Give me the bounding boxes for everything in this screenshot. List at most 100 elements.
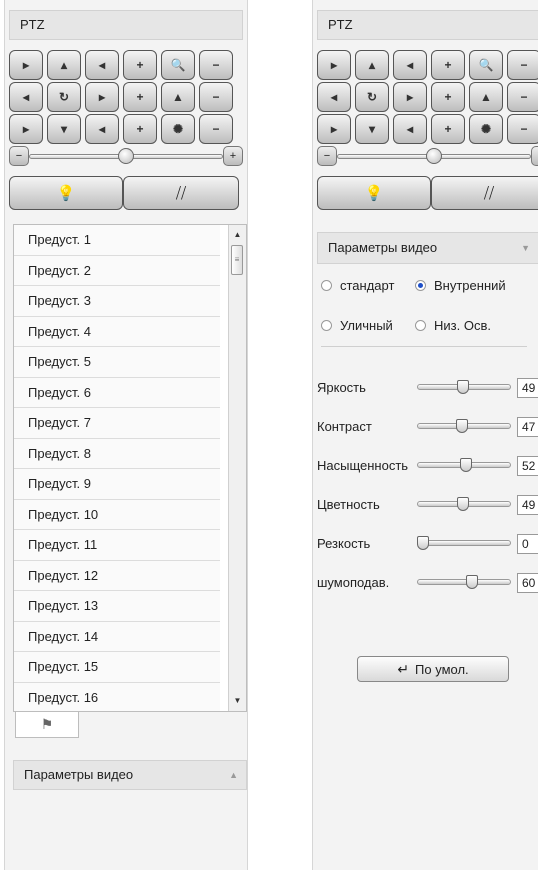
param-slider-thumb[interactable]	[457, 380, 470, 394]
ptz-button[interactable]: +	[123, 82, 157, 112]
ptz-button[interactable]: ▴	[355, 50, 389, 80]
scrollbar-thumb[interactable]: ≡	[231, 245, 243, 275]
ptz-button[interactable]: ↻	[47, 82, 81, 112]
ptz-control-icon: ▸	[22, 122, 30, 136]
preset-item[interactable]: Предуст. 10	[14, 499, 220, 530]
ptz-button[interactable]: ▾	[47, 114, 81, 144]
preset-list-scrollbar[interactable]: ▲ ≡ ▼	[228, 225, 246, 711]
preset-item[interactable]: Предуст. 7	[14, 408, 220, 439]
ptz-button[interactable]: 🔍	[469, 50, 503, 80]
ptz-button[interactable]: ▲	[469, 82, 503, 112]
param-slider-track[interactable]	[417, 579, 511, 585]
param-value-field[interactable]: 0	[517, 534, 538, 554]
ptz-control-icon: +	[136, 58, 144, 72]
video-params-collapsed-title: Параметры видео	[24, 767, 134, 782]
param-value-field[interactable]: 49	[517, 378, 538, 398]
param-slider-track[interactable]	[417, 540, 511, 546]
ptz-button[interactable]: +	[431, 82, 465, 112]
ptz-button[interactable]: 🔍	[161, 50, 195, 80]
speed-slider-thumb[interactable]	[118, 148, 134, 164]
ptz-header[interactable]: PTZ	[9, 10, 243, 40]
ptz-control-icon: ▾	[60, 122, 68, 136]
param-slider-thumb[interactable]	[455, 419, 468, 433]
ptz-button[interactable]: +	[431, 114, 465, 144]
ptz-button[interactable]: +	[123, 50, 157, 80]
ptz-control-icon: −	[520, 122, 528, 136]
param-slider-thumb[interactable]	[417, 536, 429, 550]
ptz-button[interactable]: ✺	[469, 114, 503, 144]
preset-item[interactable]: Предуст. 9	[14, 469, 220, 500]
preset-item[interactable]: Предуст. 13	[14, 591, 220, 622]
ptz-button[interactable]: −	[199, 50, 233, 80]
video-params-header[interactable]: Параметры видео ▼	[317, 232, 538, 264]
ptz-button[interactable]: ◂	[85, 50, 119, 80]
ptz-button[interactable]: +	[431, 50, 465, 80]
ptz-button[interactable]: ↻	[355, 82, 389, 112]
param-value-field[interactable]: 49	[517, 495, 538, 515]
light-button[interactable]: 💡	[9, 176, 123, 210]
ptz-button[interactable]: −	[507, 50, 538, 80]
ptz-button[interactable]: +	[123, 114, 157, 144]
video-params-collapsed-header[interactable]: Параметры видео ▲	[13, 760, 247, 790]
preset-item[interactable]: Предуст. 4	[14, 316, 220, 347]
preset-item[interactable]: Предуст. 5	[14, 347, 220, 378]
param-slider-thumb[interactable]	[457, 497, 470, 511]
ptz-button[interactable]: ▸	[317, 50, 351, 80]
ptz-button[interactable]: ▸	[85, 82, 119, 112]
ptz-button[interactable]: ▸	[9, 50, 43, 80]
ptz-control-icon: ▾	[368, 122, 376, 136]
ptz-button[interactable]: −	[199, 82, 233, 112]
ptz-button[interactable]: ▸	[393, 82, 427, 112]
ptz-button[interactable]: ▾	[355, 114, 389, 144]
param-value-field[interactable]: 60	[517, 573, 538, 593]
ptz-button[interactable]: ▲	[161, 82, 195, 112]
ptz-control-icon: ▸	[406, 90, 414, 104]
preset-item[interactable]: Предуст. 11	[14, 530, 220, 561]
ptz-button[interactable]: ✺	[161, 114, 195, 144]
preset-item[interactable]: Предуст. 3	[14, 286, 220, 317]
speed-increase-button-right[interactable]: +	[531, 146, 538, 166]
ptz-button[interactable]: ◂	[9, 82, 43, 112]
ptz-header-right[interactable]: PTZ	[317, 10, 538, 40]
param-slider-thumb[interactable]	[459, 458, 472, 472]
speed-increase-button[interactable]: +	[223, 146, 243, 166]
ptz-button[interactable]: ▸	[317, 114, 351, 144]
wiper-button[interactable]: ⧸⧸	[123, 176, 239, 210]
param-value-field[interactable]: 47	[517, 417, 538, 437]
mode-standard-radio[interactable]: стандарт	[321, 278, 394, 293]
ptz-control-icon: −	[520, 90, 528, 104]
ptz-control-icon: ◂	[22, 90, 30, 104]
ptz-button[interactable]: −	[507, 82, 538, 112]
preset-tab[interactable]: ⚑	[15, 712, 79, 738]
light-button-right[interactable]: 💡	[317, 176, 431, 210]
speed-slider-thumb-right[interactable]	[426, 148, 442, 164]
preset-item[interactable]: Предуст. 6	[14, 377, 220, 408]
preset-item[interactable]: Предуст. 15	[14, 652, 220, 683]
mode-lowlight-radio[interactable]: Низ. Осв.	[415, 318, 491, 333]
ptz-button[interactable]: −	[199, 114, 233, 144]
preset-item[interactable]: Предуст. 14	[14, 621, 220, 652]
speed-decrease-button[interactable]: −	[9, 146, 29, 166]
ptz-button[interactable]: −	[507, 114, 538, 144]
preset-item[interactable]: Предуст. 16	[14, 682, 220, 711]
mode-indoor-radio[interactable]: Внутренний	[415, 278, 506, 293]
default-button[interactable]: ↵ По умол.	[357, 656, 509, 682]
scroll-down-arrow-icon[interactable]: ▼	[229, 693, 246, 709]
preset-item[interactable]: Предуст. 12	[14, 560, 220, 591]
ptz-button[interactable]: ◂	[85, 114, 119, 144]
ptz-button[interactable]: ▴	[47, 50, 81, 80]
preset-item[interactable]: Предуст. 2	[14, 255, 220, 286]
speed-decrease-button-right[interactable]: −	[317, 146, 337, 166]
param-slider-thumb[interactable]	[466, 575, 479, 589]
scroll-up-arrow-icon[interactable]: ▲	[229, 227, 246, 243]
wiper-button-right[interactable]: ⧸⧸	[431, 176, 538, 210]
param-value-field[interactable]: 52	[517, 456, 538, 476]
preset-item[interactable]: Предуст. 1	[14, 225, 220, 256]
preset-item[interactable]: Предуст. 8	[14, 438, 220, 469]
ptz-button[interactable]: ▸	[9, 114, 43, 144]
ptz-button[interactable]: ◂	[393, 114, 427, 144]
preset-list[interactable]: ▲ ≡ ▼ Предуст. 1 Предуст. 2 Предуст. 3 Пред…	[13, 224, 247, 712]
ptz-button[interactable]: ◂	[393, 50, 427, 80]
mode-outdoor-radio[interactable]: Уличный	[321, 318, 393, 333]
ptz-button[interactable]: ◂	[317, 82, 351, 112]
